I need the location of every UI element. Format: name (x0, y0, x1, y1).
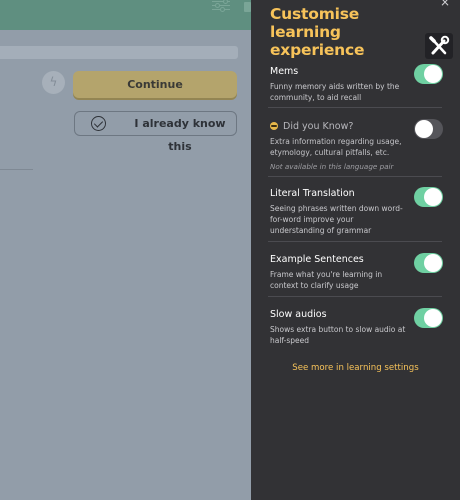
settings-sliders-icon[interactable] (212, 0, 230, 14)
top-bar-chip[interactable] (244, 2, 251, 12)
tools-button[interactable] (425, 33, 453, 59)
progress-bar (0, 46, 238, 59)
divider (268, 176, 442, 177)
close-icon[interactable]: × (440, 0, 450, 9)
example-sentences-toggle[interactable] (414, 253, 443, 273)
setting-description: Funny memory aids written by the communi… (270, 82, 400, 102)
already-know-label: I already know this (134, 117, 226, 153)
setting-description: Frame what you're learning in context to… (270, 270, 383, 290)
setting-note: Not available in this language pair (270, 162, 394, 171)
check-circle-icon (91, 116, 106, 131)
mems-toggle[interactable] (414, 64, 443, 84)
lightning-bolt-icon[interactable]: ϟ (42, 71, 65, 94)
literal-translation-toggle[interactable] (414, 187, 443, 207)
divider (268, 296, 442, 297)
sunglasses-emoji-icon (270, 121, 278, 130)
slow-audios-toggle[interactable] (414, 308, 443, 328)
setting-description: Extra information regarding usage, etymo… (270, 137, 402, 157)
setting-description: Shows extra button to slow audio at half… (270, 325, 406, 345)
divider (268, 241, 442, 242)
panel-title: Customise learning experience (270, 5, 365, 59)
learning-settings-link[interactable]: See more in learning settings (251, 363, 460, 373)
already-know-button[interactable]: I already know this (74, 111, 237, 153)
setting-description: Seeing phrases written down word-for-wor… (270, 204, 403, 235)
divider (0, 169, 33, 170)
setting-name: Did you Know? (283, 121, 354, 132)
wrench-screwdriver-icon (429, 35, 450, 55)
divider (268, 107, 442, 108)
continue-button[interactable]: Continue (73, 71, 237, 98)
did-you-know-toggle[interactable] (414, 119, 443, 139)
